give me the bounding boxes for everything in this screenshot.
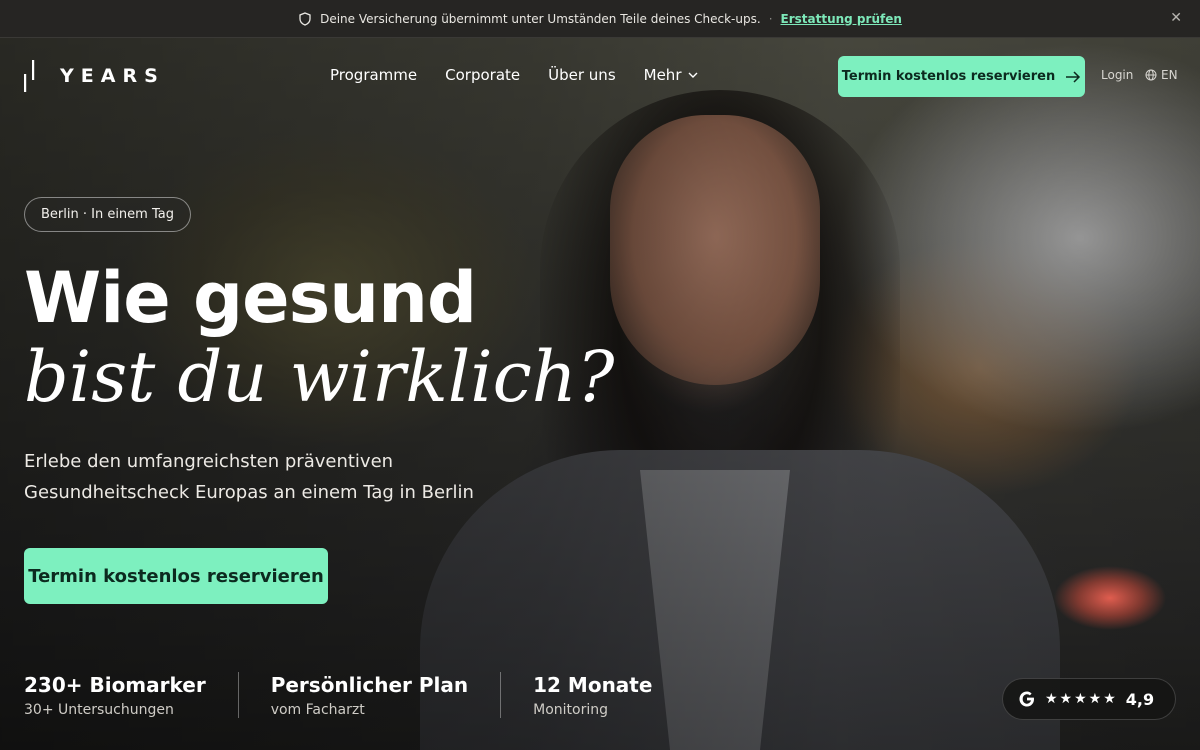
- nav-reserve-label: Termin kostenlos reservieren: [841, 69, 1056, 84]
- hero-reserve-button[interactable]: Termin kostenlos reservieren: [24, 548, 328, 604]
- stat-item: Persönlicher Plan vom Facharzt: [270, 672, 502, 718]
- globe-icon: [1145, 69, 1157, 81]
- hero-headline-italic: bist du wirklich?: [24, 336, 615, 418]
- announcement-bar: Deine Versicherung übernimmt unter Umstä…: [0, 0, 1200, 38]
- stat-value: Persönlicher Plan: [270, 673, 469, 697]
- rating-score: 4,9: [1125, 689, 1155, 709]
- logo-mark-icon: [24, 60, 35, 92]
- nav-item-ueber-uns[interactable]: Über uns: [548, 66, 616, 84]
- language-label: EN: [1161, 68, 1178, 82]
- google-rating-badge[interactable]: ★★★★★ 4,9: [1002, 678, 1176, 720]
- arrow-right-icon: [1066, 70, 1081, 83]
- stat-item: 12 Monate Monitoring: [533, 672, 684, 718]
- google-icon: [1019, 691, 1034, 707]
- stat-value: 12 Monate: [533, 673, 653, 697]
- chevron-down-icon: [688, 72, 697, 78]
- stat-item: 230+ Biomarker 30+ Untersuchungen: [24, 672, 239, 718]
- login-link[interactable]: Login: [1101, 68, 1133, 82]
- nav-item-mehr[interactable]: Mehr: [644, 66, 698, 84]
- hero-headline: Wie gesund: [24, 257, 477, 339]
- close-icon[interactable]: ✕: [1170, 10, 1182, 26]
- announcement-text: Deine Versicherung übernimmt unter Umstä…: [320, 11, 761, 26]
- nav-item-programme[interactable]: Programme: [330, 66, 417, 84]
- language-switcher[interactable]: EN: [1145, 68, 1178, 82]
- stat-label: 30+ Untersuchungen: [24, 702, 174, 718]
- logo[interactable]: YEARS: [24, 60, 165, 92]
- stat-label: vom Facharzt: [270, 702, 365, 718]
- logo-wordmark: YEARS: [60, 65, 165, 87]
- nav-menu: Programme Corporate Über uns Mehr: [330, 66, 698, 84]
- main-navigation: YEARS Programme Corporate Über uns Mehr …: [0, 38, 1200, 114]
- stat-label: Monitoring: [533, 702, 608, 718]
- announcement-link[interactable]: Erstattung prüfen: [781, 12, 902, 26]
- shield-icon: [299, 11, 311, 26]
- location-badge: Berlin · In einem Tag: [24, 197, 191, 232]
- nav-item-mehr-label: Mehr: [643, 66, 682, 84]
- nav-item-corporate[interactable]: Corporate: [445, 66, 520, 84]
- hero-subtitle: Erlebe den umfangreichsten präventiven G…: [24, 451, 474, 503]
- nav-reserve-button[interactable]: Termin kostenlos reservieren: [838, 56, 1085, 97]
- star-rating-icons: ★★★★★: [1045, 691, 1118, 707]
- stat-value: 230+ Biomarker: [24, 673, 206, 697]
- announcement-separator: ·: [768, 11, 773, 26]
- stats-row: 230+ Biomarker 30+ Untersuchungen Persön…: [24, 672, 716, 718]
